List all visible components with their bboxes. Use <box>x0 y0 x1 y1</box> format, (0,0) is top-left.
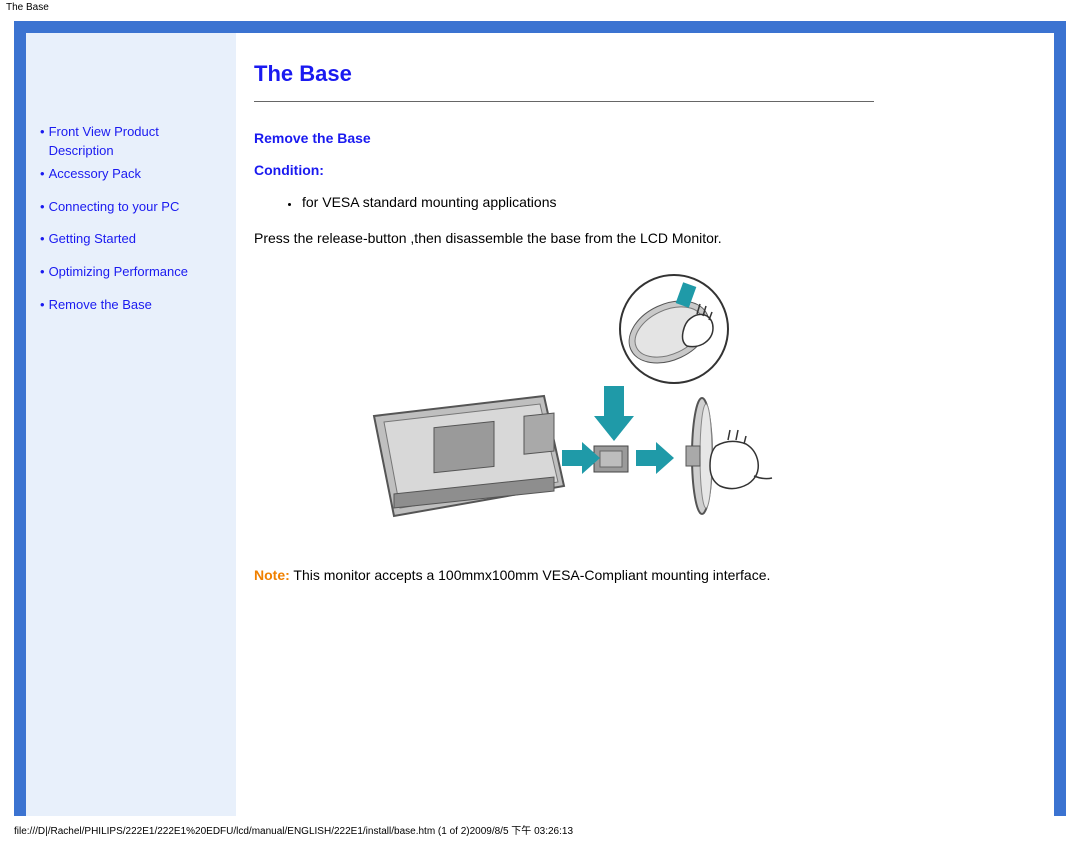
sidebar-item-label: Connecting to your PC <box>49 198 180 217</box>
sidebar-item-optimizing[interactable]: • Optimizing Performance <box>40 263 224 282</box>
bullet-icon: • <box>40 165 45 184</box>
sidebar: • Front View Product Description • Acces… <box>26 33 236 816</box>
bullet-icon: • <box>40 230 45 249</box>
bullet-icon: • <box>40 263 45 282</box>
divider <box>254 101 874 102</box>
page-title: The Base <box>254 61 874 87</box>
bullet-icon: • <box>40 123 45 142</box>
sidebar-item-getting-started[interactable]: • Getting Started <box>40 230 224 249</box>
section-heading-remove: Remove the Base <box>254 130 874 146</box>
condition-item: for VESA standard mounting applications <box>300 194 874 210</box>
sidebar-item-label: Remove the Base <box>49 296 152 315</box>
sidebar-item-label: Front View Product Description <box>49 123 224 161</box>
section-heading-condition: Condition: <box>254 162 874 178</box>
main-content: The Base Remove the Base Condition: for … <box>236 33 1054 816</box>
content-frame: • Front View Product Description • Acces… <box>14 21 1066 816</box>
sidebar-item-front-view[interactable]: • Front View Product Description <box>40 123 224 161</box>
bullet-icon: • <box>40 198 45 217</box>
sidebar-item-label: Getting Started <box>49 230 136 249</box>
sidebar-item-label: Accessory Pack <box>49 165 141 184</box>
sidebar-item-connecting-pc[interactable]: • Connecting to your PC <box>40 198 224 217</box>
sidebar-item-accessory-pack[interactable]: • Accessory Pack <box>40 165 224 184</box>
illustration <box>254 266 874 549</box>
window-title: The Base <box>0 0 1080 15</box>
condition-list: for VESA standard mounting applications <box>254 194 874 210</box>
instruction-text: Press the release-button ,then disassemb… <box>254 230 874 246</box>
footer-file-path: file:///D|/Rachel/PHILIPS/222E1/222E1%20… <box>0 816 1080 841</box>
note-line: Note: This monitor accepts a 100mmx100mm… <box>254 567 874 583</box>
disassembly-diagram-icon <box>344 266 784 546</box>
sidebar-item-remove-base[interactable]: • Remove the Base <box>40 296 224 315</box>
note-text: This monitor accepts a 100mmx100mm VESA-… <box>290 567 771 583</box>
sidebar-item-label: Optimizing Performance <box>49 263 188 282</box>
note-label: Note: <box>254 567 290 583</box>
bullet-icon: • <box>40 296 45 315</box>
